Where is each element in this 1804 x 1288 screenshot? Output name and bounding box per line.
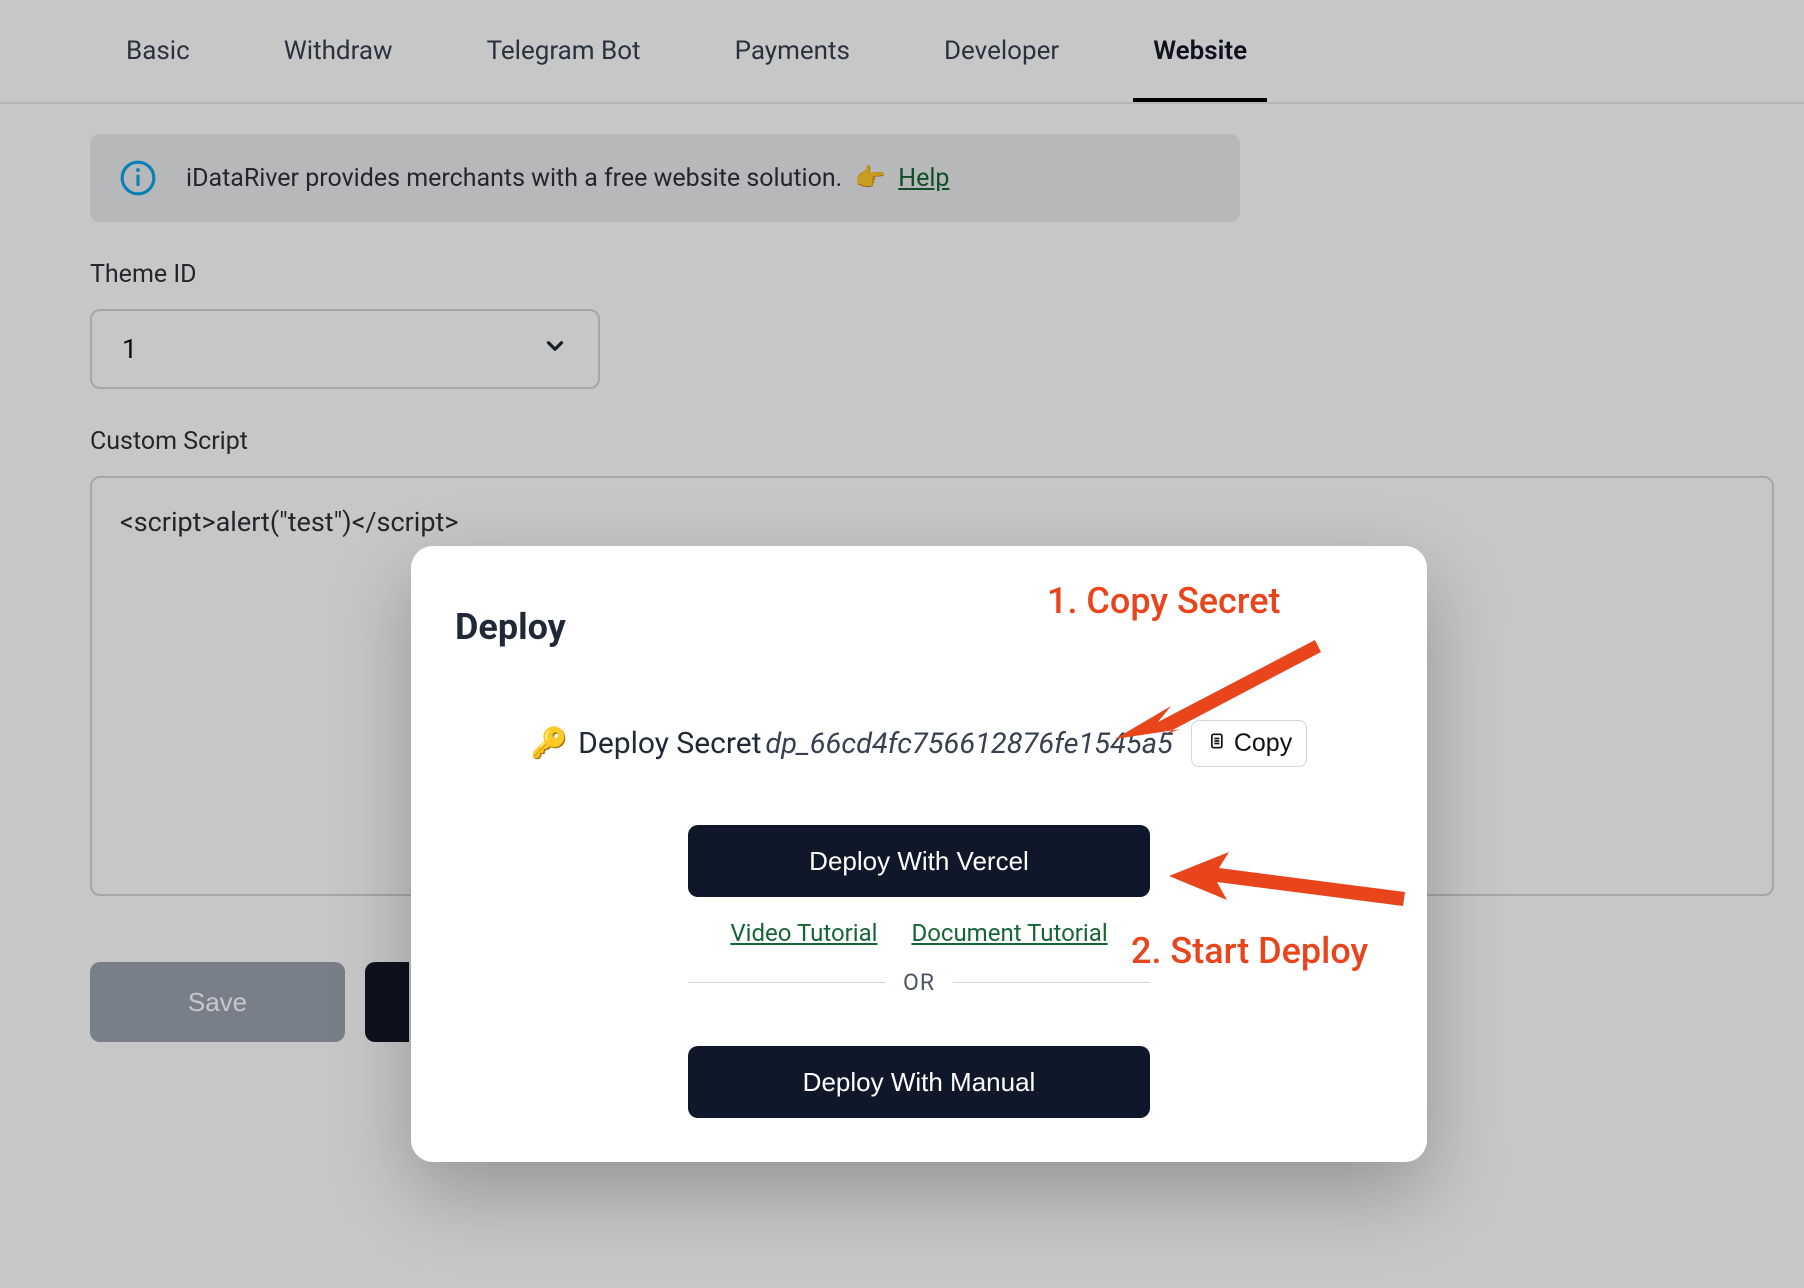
tutorial-links: Video Tutorial Document Tutorial (455, 919, 1383, 947)
deploy-secret-label: Deploy Secret (578, 726, 761, 761)
or-label: OR (903, 969, 935, 996)
modal-title: Deploy (455, 606, 1383, 648)
deploy-with-manual-button[interactable]: Deploy With Manual (688, 1046, 1150, 1118)
deploy-secret-value: dp_66cd4fc756612876fe1545a5 (765, 727, 1172, 761)
deploy-modal: Deploy 🔑 Deploy Secret dp_66cd4fc7566128… (411, 546, 1427, 1162)
divider-line (953, 982, 1150, 983)
clipboard-icon (1206, 729, 1226, 758)
deploy-secret-section: 🔑 Deploy Secret dp_66cd4fc756612876fe154… (455, 704, 1383, 767)
deploy-with-vercel-button[interactable]: Deploy With Vercel (688, 825, 1150, 897)
document-tutorial-link[interactable]: Document Tutorial (911, 919, 1107, 947)
key-icon: 🔑 (531, 726, 568, 761)
video-tutorial-link[interactable]: Video Tutorial (730, 919, 877, 947)
copy-secret-button[interactable]: Copy (1191, 720, 1307, 767)
deploy-secret-heading: 🔑 Deploy Secret (531, 726, 762, 761)
or-divider: OR (688, 969, 1150, 996)
divider-line (688, 982, 885, 983)
copy-button-label: Copy (1234, 729, 1292, 758)
